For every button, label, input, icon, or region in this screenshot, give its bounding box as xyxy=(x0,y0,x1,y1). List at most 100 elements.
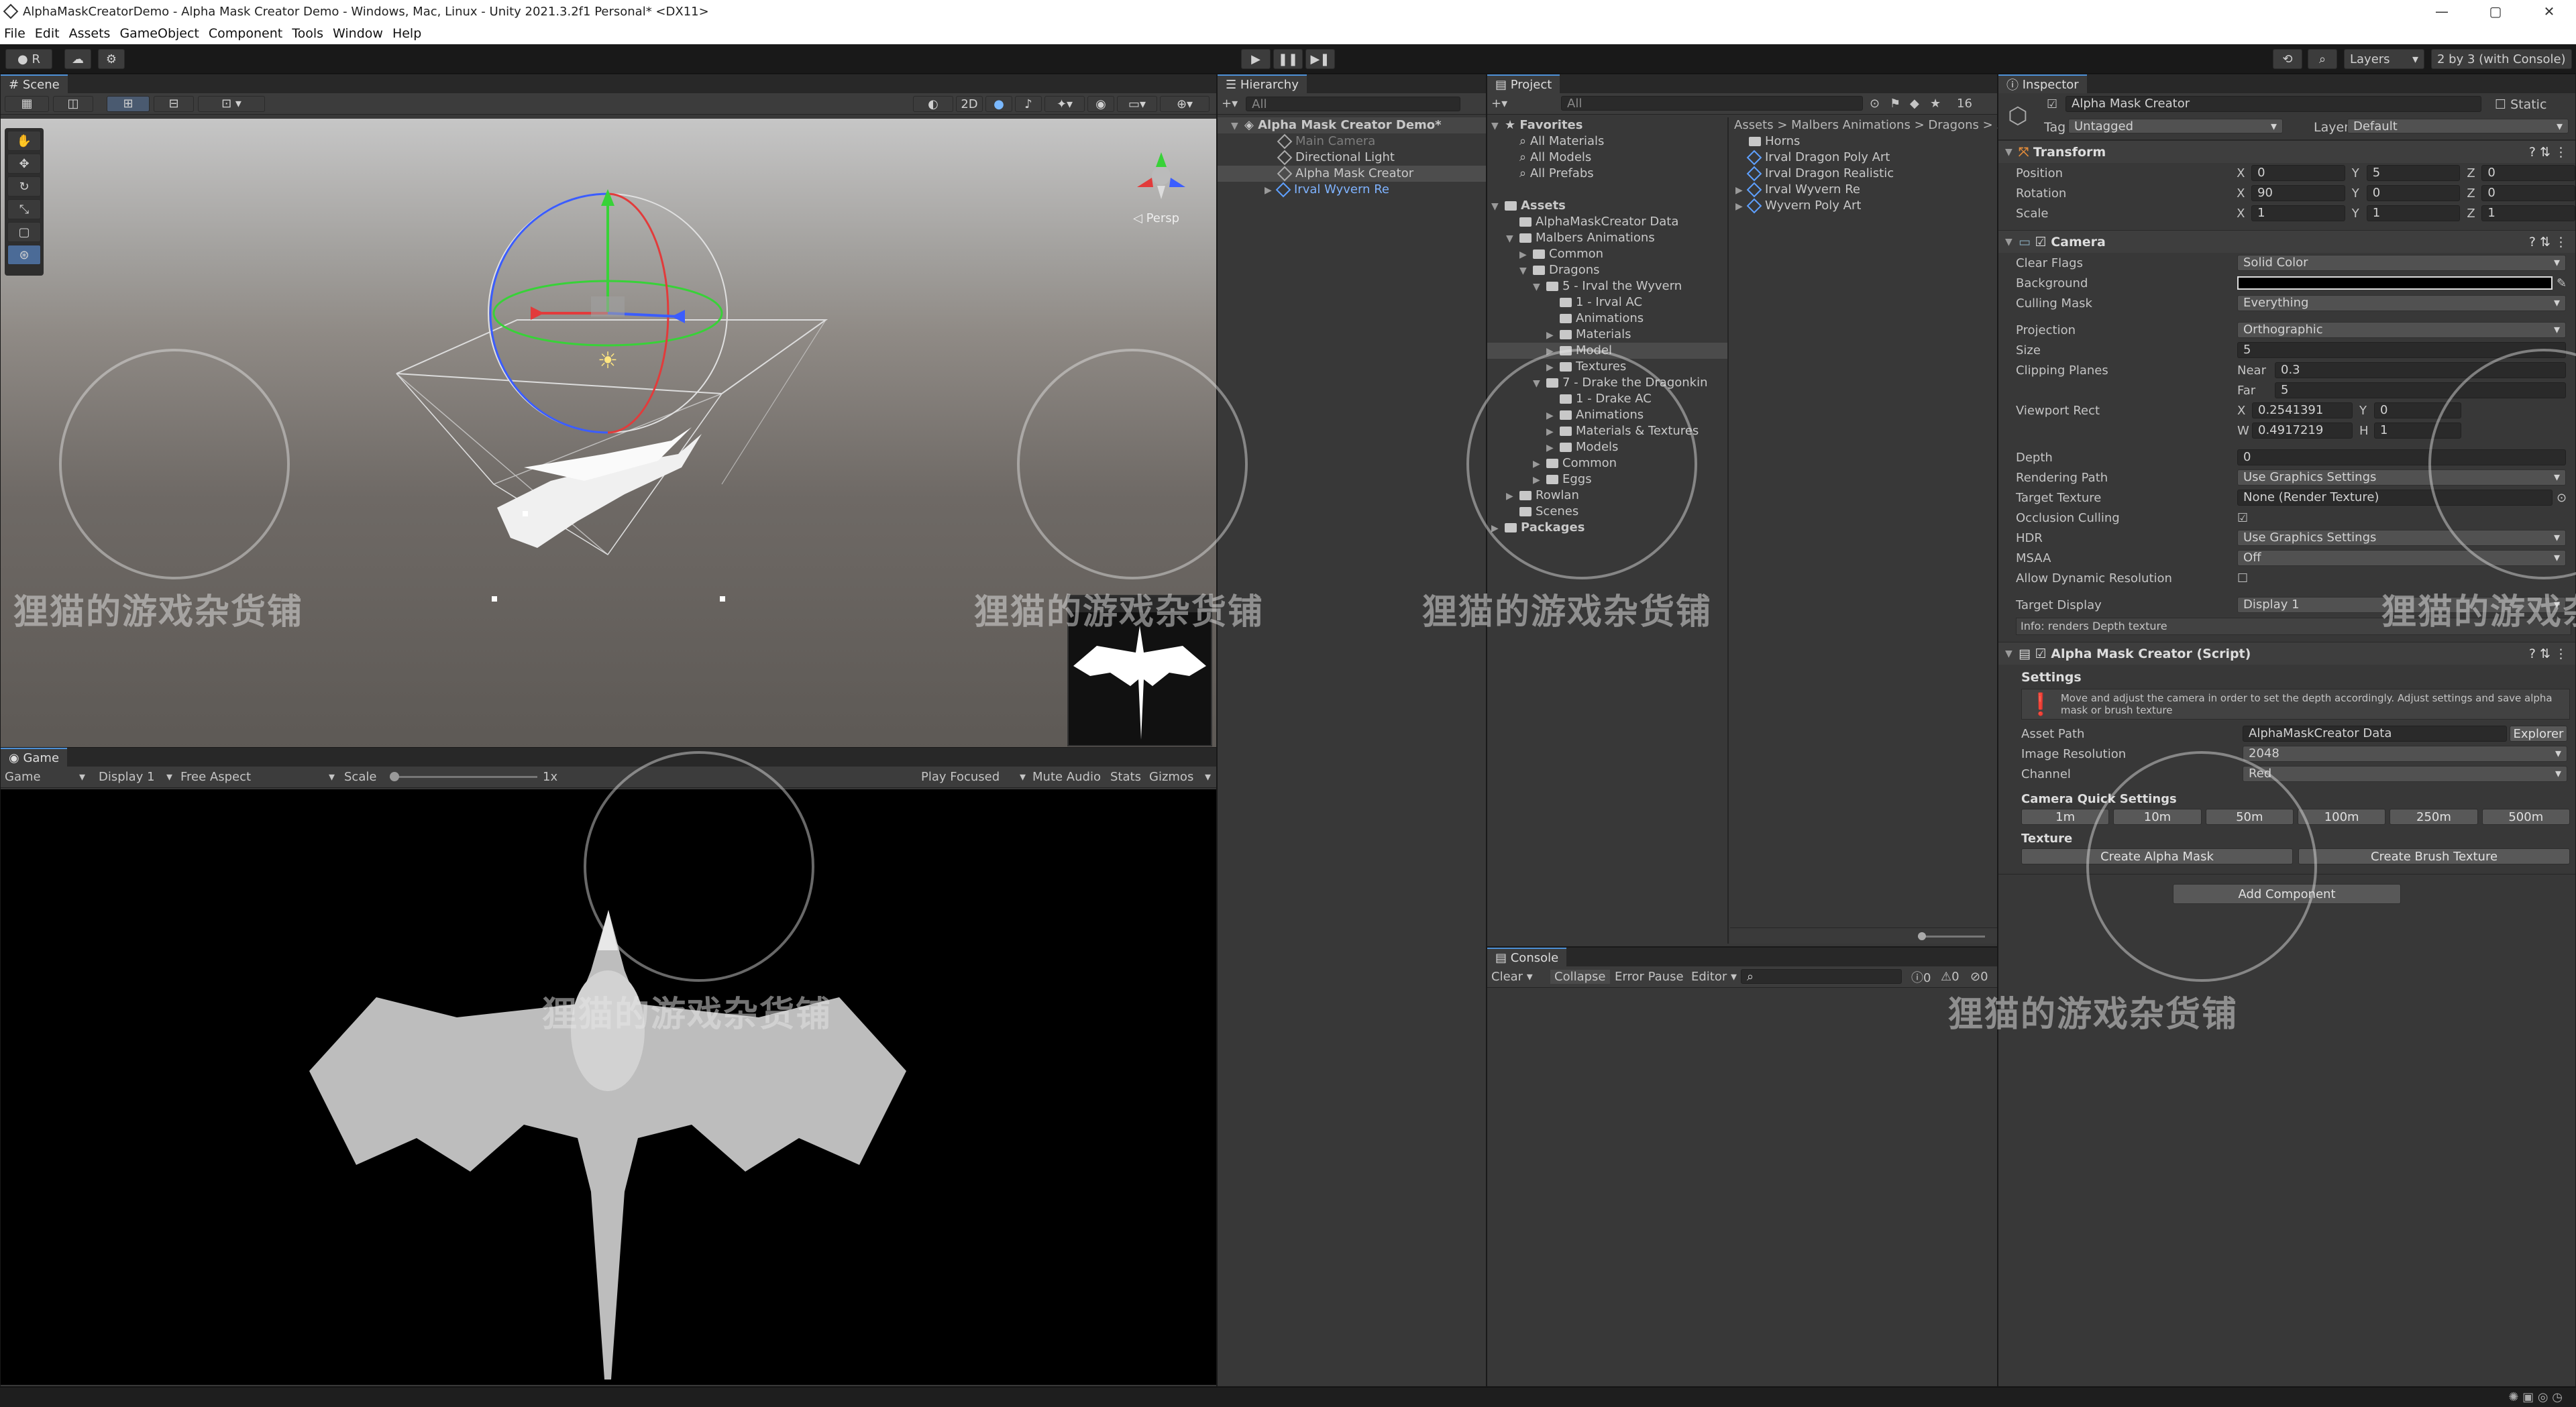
tree-folder[interactable]: ▶ Models xyxy=(1487,439,1727,455)
scale-x-field[interactable]: 1 xyxy=(2251,205,2345,221)
maximize-button[interactable]: ▢ xyxy=(2469,0,2522,23)
tree-folder[interactable]: ▼ 7 - Drake the Dragonkin xyxy=(1487,375,1727,391)
camera-settings-button[interactable]: ▭▾ xyxy=(1117,96,1157,112)
create-icon[interactable]: +▾ xyxy=(1491,97,1507,111)
favorite-item[interactable]: ⌕ All Prefabs xyxy=(1487,166,1727,182)
tree-folder[interactable]: Scenes xyxy=(1487,504,1727,520)
error-pause-toggle[interactable]: Error Pause xyxy=(1615,970,1684,984)
target-texture-field[interactable]: None (Render Texture) xyxy=(2237,490,2553,506)
component-menu-icon[interactable]: ? ⇅ ⋮ xyxy=(2529,646,2567,661)
layer-dropdown[interactable]: Default xyxy=(2347,119,2569,133)
play-button[interactable]: ▶ xyxy=(1241,49,1271,69)
grid-snap-button[interactable]: ⊞ xyxy=(107,95,150,112)
label-filter-icon[interactable]: ◆ xyxy=(1910,97,1919,111)
rotation-z-field[interactable]: 0 xyxy=(2481,185,2576,201)
position-z-field[interactable]: 0 xyxy=(2481,165,2576,181)
menu-window[interactable]: Window xyxy=(333,26,383,41)
game-viewport[interactable] xyxy=(1,789,1216,1385)
hierarchy-item[interactable]: Alpha Mask Creator xyxy=(1218,166,1486,182)
tree-folder[interactable]: ▶ Common xyxy=(1487,246,1727,262)
active-checkbox[interactable]: ☑ xyxy=(2047,97,2057,111)
quick-100m-button[interactable]: 100m xyxy=(2297,809,2386,825)
tree-folder[interactable]: ▶ Animations xyxy=(1487,407,1727,423)
script-enabled-checkbox[interactable]: ☑ xyxy=(2035,646,2051,661)
tab-game[interactable]: ◉ Game xyxy=(1,748,68,767)
hierarchy-scene-root[interactable]: ▼ ◈ Alpha Mask Creator Demo* xyxy=(1218,117,1486,133)
position-y-field[interactable]: 5 xyxy=(2366,165,2461,181)
static-toggle[interactable]: ☐ Static xyxy=(2495,97,2546,112)
assets-header[interactable]: ▼ Assets xyxy=(1487,198,1727,214)
component-menu-icon[interactable]: ? ⇅ ⋮ xyxy=(2529,145,2567,160)
quick-1m-button[interactable]: 1m xyxy=(2021,809,2110,825)
history-button[interactable]: ⟲ xyxy=(2273,49,2302,69)
menu-file[interactable]: File xyxy=(4,26,25,41)
scale-slider[interactable] xyxy=(390,772,537,781)
collab-button[interactable]: ⚙ xyxy=(98,49,125,69)
hdr-dropdown[interactable]: Use Graphics Settings xyxy=(2237,530,2566,546)
rotation-x-field[interactable]: 90 xyxy=(2251,185,2345,201)
tree-folder[interactable]: ▶ Eggs xyxy=(1487,471,1727,488)
depth-field[interactable]: 0 xyxy=(2237,449,2566,465)
add-icon[interactable]: +▾ xyxy=(1222,97,1238,111)
layout-dropdown[interactable]: 2 by 3 (with Console) xyxy=(2431,49,2572,69)
tab-hierarchy[interactable]: ☰ Hierarchy xyxy=(1218,74,1307,93)
pause-button[interactable]: ❚❚ xyxy=(1273,49,1303,69)
add-component-button[interactable]: Add Component xyxy=(2173,884,2401,904)
favorite-item[interactable]: ⌕ All Models xyxy=(1487,150,1727,166)
camera-enabled-checkbox[interactable]: ☑ xyxy=(2035,235,2051,249)
gizmos-dropdown[interactable]: Gizmos ▾ xyxy=(1149,770,1211,784)
gizmos-button[interactable]: ⊕▾ xyxy=(1160,96,1210,112)
snap-settings-button[interactable]: ⊡ ▾ xyxy=(198,95,265,112)
favorite-item[interactable]: ⌕ All Materials xyxy=(1487,133,1727,150)
explorer-button[interactable]: Explorer xyxy=(2510,726,2567,742)
view-orientation-gizmo[interactable] xyxy=(1128,146,1195,206)
projection-dropdown[interactable]: Orthographic xyxy=(2237,322,2566,338)
near-field[interactable]: 0.3 xyxy=(2275,362,2566,378)
hierarchy-search-input[interactable]: All xyxy=(1246,96,1461,111)
tree-folder[interactable]: ▶ Textures xyxy=(1487,359,1727,375)
breadcrumb-item[interactable]: Assets xyxy=(1734,118,1774,132)
quick-10m-button[interactable]: 10m xyxy=(2113,809,2202,825)
viewport-x-field[interactable]: 0.2541391 xyxy=(2252,402,2353,418)
hierarchy-item[interactable]: Directional Light xyxy=(1218,150,1486,166)
mute-audio-toggle[interactable]: Mute Audio xyxy=(1032,770,1101,784)
account-button[interactable]: ● R xyxy=(5,49,52,69)
tag-dropdown[interactable]: Untagged xyxy=(2068,119,2283,133)
layers-dropdown[interactable]: Layers ▾ xyxy=(2344,49,2424,69)
minimize-button[interactable]: — xyxy=(2415,0,2469,23)
persp-label[interactable]: ◁ Persp xyxy=(1133,211,1179,225)
viewport-w-field[interactable]: 0.4917219 xyxy=(2252,423,2353,439)
msaa-dropdown[interactable]: Off xyxy=(2237,550,2566,566)
file-item[interactable]: Irval Dragon Poly Art xyxy=(1730,150,1997,166)
quick-500m-button[interactable]: 500m xyxy=(2481,809,2570,825)
tab-scene[interactable]: # Scene xyxy=(1,74,68,93)
menu-help[interactable]: Help xyxy=(392,26,421,41)
component-menu-icon[interactable]: ? ⇅ ⋮ xyxy=(2529,235,2567,249)
menu-edit[interactable]: Edit xyxy=(35,26,60,41)
tree-folder[interactable]: ▶ Materials xyxy=(1487,327,1727,343)
script-header[interactable]: ▼ ▤ ☑ Alpha Mask Creator (Script)? ⇅ ⋮ xyxy=(1998,642,2575,665)
tree-folder[interactable]: 1 - Drake AC xyxy=(1487,391,1727,407)
search-button[interactable]: ⌕ xyxy=(2308,49,2337,69)
eyedropper-icon[interactable]: ✎ xyxy=(2557,276,2567,290)
display-dropdown[interactable]: Display 1 ▾ xyxy=(99,770,172,784)
position-x-field[interactable]: 0 xyxy=(2251,165,2345,181)
close-button[interactable]: ✕ xyxy=(2522,0,2576,23)
occlusion-checkbox[interactable]: ☑ xyxy=(2237,511,2248,525)
tab-console[interactable]: ▤ Console xyxy=(1487,948,1567,966)
quick-50m-button[interactable]: 50m xyxy=(2205,809,2294,825)
viewport-h-field[interactable]: 1 xyxy=(2374,423,2461,439)
console-search-input[interactable]: ⌕ xyxy=(1741,969,1902,984)
gameobject-name-input[interactable]: Alpha Mask Creator xyxy=(2065,96,2481,112)
asset-path-field[interactable]: AlphaMaskCreator Data xyxy=(2243,726,2507,742)
orientation-button[interactable]: ◐ xyxy=(913,96,953,112)
play-focused-dropdown[interactable]: Play Focused ▾ xyxy=(921,770,1026,784)
favorite-icon[interactable]: ★ xyxy=(1930,97,1941,111)
visibility-toggle[interactable]: ◉ xyxy=(1087,96,1114,112)
tree-folder[interactable]: ▼ 5 - Irval the Wyvern xyxy=(1487,278,1727,294)
collapse-toggle[interactable]: Collapse xyxy=(1550,970,1610,984)
breadcrumb-item[interactable]: Malbers Animations xyxy=(1791,118,1911,132)
editor-dropdown[interactable]: Editor ▾ xyxy=(1691,970,1737,984)
file-item[interactable]: ▶ Wyvern Poly Art xyxy=(1730,198,1997,214)
error-count[interactable]: ⊘0 xyxy=(1970,970,1988,984)
